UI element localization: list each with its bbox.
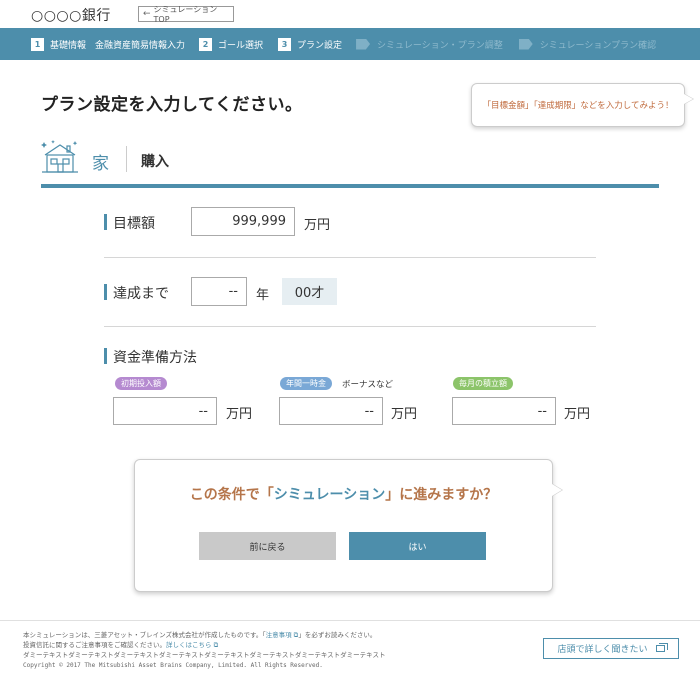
- external-link-icon: ⧉: [211, 641, 219, 649]
- simulation-top-label: シミュレーションTOP: [153, 5, 218, 24]
- target-amount-input[interactable]: 999,999: [191, 207, 295, 236]
- monthly-saving-tag: 毎月の積立額: [453, 377, 513, 390]
- annual-lump-sum-note: ボーナスなど: [342, 380, 394, 390]
- annual-lump-sum-input[interactable]: --: [279, 397, 383, 425]
- bank-logo: ○○○○銀行: [31, 8, 111, 24]
- hint-tooltip: 「目標金額」「達成期限」などを入力してみよう！: [471, 83, 685, 127]
- category-subtype: 購入: [141, 154, 169, 170]
- confirm-dialog: この条件で「シミュレーション」に進みますか？ 前に戻る はい: [134, 459, 553, 592]
- top-bar: ○○○○銀行 ← シミュレーションTOP: [0, 0, 700, 28]
- step-3: 3 プラン設定: [278, 37, 343, 51]
- step-navigation: 1 基礎情報 金融資産簡易情報入力 2 ゴール選択 3 プラン設定 シミュレーシ…: [0, 28, 700, 60]
- page-title: プラン設定を入力してください。: [41, 95, 303, 115]
- monthly-saving-unit: 万円: [564, 407, 591, 422]
- footer-text: 」を必ずお読みください。: [298, 631, 377, 639]
- notes-link[interactable]: 注意事項: [266, 631, 292, 639]
- funding-method-label: 資金準備方法: [104, 347, 197, 367]
- deadline-years-input[interactable]: --: [191, 277, 247, 306]
- step-number: 1: [31, 37, 44, 51]
- step-label: 基礎情報 金融資産簡易情報入力: [50, 40, 186, 51]
- footer-dummy-text: ダミーテキストダミーテキストダミーテキストダミーテキストダミーテキストダミーテキ…: [23, 651, 386, 659]
- initial-investment-input[interactable]: --: [113, 397, 217, 425]
- details-link[interactable]: 詳しくはこちら: [166, 641, 212, 649]
- initial-investment-tag: 初期投入額: [115, 377, 167, 390]
- step-flag-icon: [356, 38, 371, 50]
- annual-lump-sum-tag: 年間一時金: [280, 377, 332, 390]
- deadline-years-unit: 年: [256, 288, 270, 303]
- step-1: 1 基礎情報 金融資産簡易情報入力: [31, 37, 186, 51]
- category-name: 家: [92, 154, 109, 174]
- confirm-question: この条件で「シミュレーション」に進みますか？: [135, 484, 552, 504]
- step-number: 2: [199, 37, 213, 51]
- target-amount-label: 目標額: [104, 213, 155, 233]
- divider: [104, 326, 596, 327]
- category-divider: [126, 146, 127, 172]
- footer: 本シミュレーションは、三菱アセット・ブレインズ株式会社が作成したものです。「注意…: [0, 620, 700, 677]
- house-icon: [41, 140, 78, 173]
- age-display: 00才: [282, 278, 337, 305]
- footer-text: 投資信託に関するご注意事項をご確認ください。: [23, 641, 166, 649]
- external-window-icon: [655, 643, 668, 652]
- simulation-top-button[interactable]: ← シミュレーションTOP: [138, 5, 234, 24]
- step-label: シミュレーション・プラン調整: [377, 40, 503, 51]
- step-number: 3: [278, 37, 292, 51]
- footer-text: 本シミュレーションは、三菱アセット・ブレインズ株式会社が作成したものです。「: [23, 631, 266, 639]
- monthly-saving-input[interactable]: --: [452, 397, 556, 425]
- question-text: 」に進みますか？: [385, 487, 498, 503]
- ask-at-branch-label: 店頭で詳しく聞きたい: [557, 645, 648, 655]
- yes-button[interactable]: はい: [349, 532, 486, 560]
- category-rule: [41, 184, 659, 188]
- step-4: シミュレーション・プラン調整: [356, 38, 503, 51]
- initial-investment-unit: 万円: [226, 407, 253, 422]
- arrow-left-icon: ←: [143, 9, 151, 19]
- step-label: プラン設定: [297, 40, 343, 51]
- step-label: ゴール選択: [218, 40, 264, 51]
- deadline-label: 達成まで: [104, 283, 169, 303]
- copyright: Copyright © 2017 The Mitsubishi Asset Br…: [23, 662, 323, 669]
- step-flag-icon: [518, 38, 533, 50]
- target-amount-unit: 万円: [304, 218, 331, 233]
- step-5: シミュレーションプラン確認: [518, 38, 657, 51]
- annual-lump-sum-unit: 万円: [391, 407, 418, 422]
- back-button[interactable]: 前に戻る: [199, 532, 336, 560]
- question-text: この条件で「: [189, 487, 274, 503]
- ask-at-branch-button[interactable]: 店頭で詳しく聞きたい: [543, 638, 679, 659]
- divider: [104, 257, 596, 258]
- step-2: 2 ゴール選択: [199, 37, 264, 51]
- step-label: シミュレーションプラン確認: [539, 40, 657, 51]
- question-highlight: シミュレーション: [273, 487, 386, 503]
